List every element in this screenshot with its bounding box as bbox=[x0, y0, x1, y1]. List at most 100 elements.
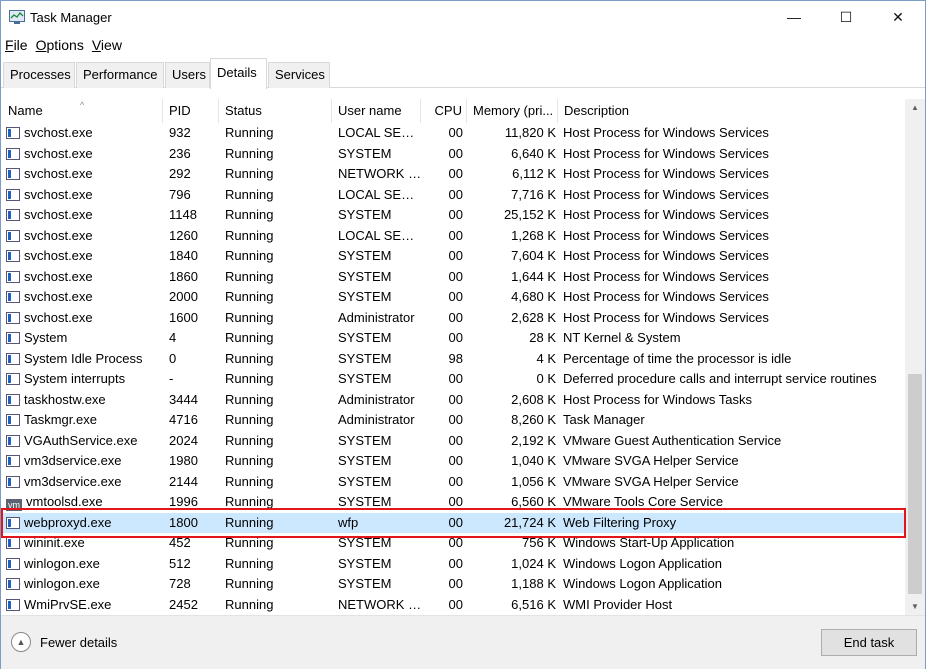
process-window-icon bbox=[6, 578, 20, 590]
column-header-pid[interactable]: PID bbox=[163, 99, 219, 123]
tab-processes[interactable]: Processes bbox=[3, 62, 75, 88]
table-row[interactable]: winlogon.exe 728 Running SYSTEM 00 1,188 K Win… bbox=[2, 574, 904, 595]
process-memory: 25,152 K bbox=[503, 207, 556, 222]
table-row[interactable]: svchost.exe 2000 Running SYSTEM 00 4,680 K Hos… bbox=[2, 287, 904, 308]
table-row[interactable]: System interrupts - Running SYSTEM 00 0 K Defe… bbox=[2, 369, 904, 390]
process-name: winlogon.exe bbox=[6, 574, 164, 594]
scrollbar-thumb[interactable] bbox=[908, 374, 922, 594]
process-window-icon bbox=[6, 147, 20, 160]
fewer-details-toggle[interactable]: ▲ Fewer details bbox=[11, 632, 117, 652]
column-header-description[interactable]: Description bbox=[558, 99, 905, 123]
process-memory: 756 K bbox=[522, 535, 556, 550]
menu-view[interactable]: View bbox=[88, 35, 126, 55]
table-row[interactable]: svchost.exe 1840 Running SYSTEM 00 7,604 K Hos… bbox=[2, 246, 904, 267]
table-row[interactable]: webproxyd.exe 1800 Running wfp 00 21,724 K Web… bbox=[2, 512, 904, 533]
process-status: Running bbox=[225, 125, 274, 140]
maximize-button[interactable]: ☐ bbox=[823, 1, 869, 33]
column-header-user[interactable]: User name bbox=[332, 99, 421, 123]
process-pid: 512 bbox=[169, 555, 191, 571]
process-user: SYSTEM bbox=[338, 432, 392, 448]
table-row[interactable]: svchost.exe 1148 Running SYSTEM 00 25,152 K Ho… bbox=[2, 205, 904, 226]
process-description: WMI Provider Host bbox=[563, 596, 673, 612]
table-row[interactable]: vm3dservice.exe 2144 Running SYSTEM 00 1,056 … bbox=[2, 472, 904, 493]
process-status: Running bbox=[225, 289, 274, 304]
process-cpu: 00 bbox=[448, 453, 463, 468]
process-memory: 2,192 K bbox=[511, 432, 556, 448]
process-cpu: 00 bbox=[448, 473, 463, 489]
process-window-icon bbox=[6, 332, 20, 344]
process-description: VMware SVGA Helper Service bbox=[563, 473, 739, 489]
table-row[interactable]: svchost.exe 292 Running NETWORK S... 00 6,112… bbox=[2, 164, 904, 185]
table-row[interactable]: svchost.exe 932 Running LOCAL SERV... 00 11,8… bbox=[2, 123, 904, 144]
process-name-text: svchost.exe bbox=[24, 289, 93, 304]
process-name-text: winlogon.exe bbox=[24, 576, 100, 591]
tab-performance[interactable]: Performance bbox=[76, 62, 164, 88]
table-row[interactable]: winlogon.exe 512 Running SYSTEM 00 1,024 K Win… bbox=[2, 554, 904, 575]
process-user: LOCAL SERV... bbox=[338, 227, 422, 243]
process-cpu: 00 bbox=[448, 576, 463, 591]
end-task-button[interactable]: End task bbox=[821, 629, 917, 656]
process-status: Running bbox=[225, 166, 274, 181]
scroll-down-icon[interactable]: ▼ bbox=[905, 598, 925, 615]
process-description: Host Process for Windows Services bbox=[563, 289, 769, 304]
column-header-memory[interactable]: Memory (pri... bbox=[467, 99, 558, 123]
table-row[interactable]: System 4 Running SYSTEM 00 28 K NT Kernel & Sy… bbox=[2, 328, 904, 349]
table-row[interactable]: VGAuthService.exe 2024 Running SYSTEM 00 2,19… bbox=[2, 431, 904, 452]
table-row[interactable]: Taskmgr.exe 4716 Running Administrator 00 8,2… bbox=[2, 410, 904, 431]
tab-services[interactable]: Services bbox=[268, 62, 330, 88]
vertical-scrollbar[interactable]: ▲ ▼ bbox=[905, 99, 925, 615]
process-window-icon bbox=[6, 229, 20, 242]
process-name-text: System interrupts bbox=[24, 371, 126, 386]
process-name: Taskmgr.exe bbox=[6, 410, 164, 430]
process-pid: 728 bbox=[169, 576, 191, 591]
table-row[interactable]: System Idle Process 0 Running SYSTEM 98 4 K Pe… bbox=[2, 349, 904, 370]
process-name: svchost.exe bbox=[6, 308, 164, 328]
chevron-up-icon: ▲ bbox=[11, 632, 31, 652]
table-row[interactable]: vm3dservice.exe 1980 Running SYSTEM 00 1,040 … bbox=[2, 451, 904, 472]
table-row[interactable]: svchost.exe 796 Running LOCAL SERV... 00 7,71… bbox=[2, 185, 904, 206]
process-cpu: 00 bbox=[448, 596, 463, 612]
process-status: Running bbox=[225, 207, 274, 222]
table-row[interactable]: svchost.exe 1600 Running Administrator 00 2,6… bbox=[2, 308, 904, 329]
table-row[interactable]: svchost.exe 1260 Running LOCAL SERV... 00 1,2… bbox=[2, 226, 904, 247]
process-status: Running bbox=[225, 309, 274, 325]
tab-users[interactable]: Users bbox=[165, 62, 210, 88]
process-memory: 1,056 K bbox=[511, 473, 556, 489]
process-cpu: 00 bbox=[448, 309, 463, 325]
process-name: System Idle Process bbox=[6, 349, 164, 369]
process-user: LOCAL SERV... bbox=[338, 125, 422, 140]
table-row[interactable]: svchost.exe 236 Running SYSTEM 00 6,640 K Host… bbox=[2, 144, 904, 165]
process-user: SYSTEM bbox=[338, 145, 392, 161]
column-header-status[interactable]: Status bbox=[219, 99, 332, 123]
table-row[interactable]: vm vmtoolsd.exe 1996 Running SYSTEM 00 6,560 K… bbox=[2, 492, 904, 513]
process-name-text: svchost.exe bbox=[24, 309, 93, 325]
table-row[interactable]: WmiPrvSE.exe 2452 Running NETWORK S... 00 6,5… bbox=[2, 595, 904, 616]
close-button[interactable]: ✕ bbox=[875, 1, 921, 33]
process-window-icon bbox=[6, 557, 20, 570]
process-pid: 2024 bbox=[169, 432, 198, 448]
menu-options[interactable]: Options bbox=[32, 35, 88, 55]
minimize-button[interactable]: — bbox=[771, 1, 817, 33]
process-memory: 28 K bbox=[529, 330, 556, 345]
process-name-text: svchost.exe bbox=[24, 145, 93, 161]
table-row[interactable]: svchost.exe 1860 Running SYSTEM 00 1,644 K Hos… bbox=[2, 267, 904, 288]
table-row[interactable]: wininit.exe 452 Running SYSTEM 00 756 K Window… bbox=[2, 533, 904, 554]
column-header-cpu[interactable]: CPU bbox=[421, 99, 467, 123]
tab-details[interactable]: Details bbox=[210, 58, 267, 89]
process-name: webproxyd.exe bbox=[6, 513, 164, 533]
process-description: Host Process for Windows Services bbox=[563, 248, 769, 263]
process-name-text: System Idle Process bbox=[24, 350, 143, 366]
process-window-icon bbox=[6, 209, 20, 221]
process-memory: 0 K bbox=[536, 371, 556, 386]
process-name: svchost.exe bbox=[6, 185, 164, 205]
table-row[interactable]: taskhostw.exe 3444 Running Administrator 00 2… bbox=[2, 390, 904, 411]
menu-file[interactable]: File bbox=[1, 35, 32, 55]
process-window-icon bbox=[6, 598, 20, 611]
title-bar[interactable]: Task Manager — ☐ ✕ bbox=[1, 1, 925, 34]
process-pid: 1980 bbox=[169, 453, 198, 468]
process-status: Running bbox=[225, 473, 274, 489]
column-header-name[interactable]: Name ^ bbox=[2, 99, 163, 123]
close-icon: ✕ bbox=[892, 8, 904, 25]
process-name: svchost.exe bbox=[6, 123, 164, 143]
scroll-up-icon[interactable]: ▲ bbox=[905, 99, 925, 116]
